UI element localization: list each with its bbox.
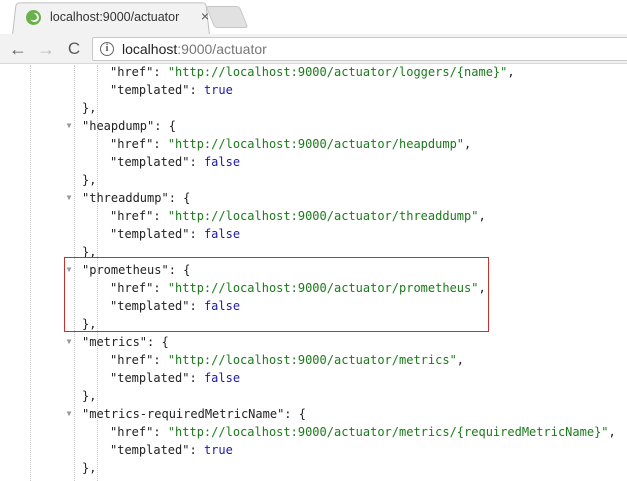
json-object-close-line: }, [82, 459, 96, 477]
json-key: "templated" [110, 227, 190, 241]
json-object-close-line: }, [82, 99, 96, 117]
indent-guide [30, 65, 31, 481]
json-property-line: "templated": false [110, 299, 241, 313]
json-key: "templated" [110, 299, 190, 313]
json-property-line: "href": "http://localhost:9000/actuator/… [110, 281, 486, 295]
json-object-close-line: }, [82, 243, 96, 261]
spring-leaf-icon [26, 9, 41, 25]
json-brace: { [183, 191, 191, 205]
json-object-open-line: "prometheus": { [82, 263, 191, 277]
json-comma: , [464, 137, 472, 151]
new-tab-button[interactable] [205, 6, 249, 28]
json-property-line: "templated": true [110, 83, 233, 97]
json-object-open-line: "metrics": { [82, 335, 169, 349]
json-property-line: "href": "http://localhost:9000/actuator/… [110, 209, 486, 223]
json-comma: , [608, 425, 616, 439]
browser-toolbar: ← → C i localhost:9000/actuator [0, 34, 627, 64]
json-key: "metrics" [82, 335, 148, 349]
json-key: "threaddump" [82, 191, 169, 205]
json-brace: { [183, 263, 191, 277]
json-key: "href" [110, 209, 154, 223]
json-object-open-line: "threaddump": { [82, 191, 191, 205]
json-brace: }, [82, 461, 97, 475]
json-brace: }, [82, 101, 97, 115]
tab-actuator[interactable]: localhost:9000/actuator × [20, 6, 209, 28]
json-object-open-line: "metrics-requiredMetricName": { [82, 407, 306, 421]
json-property-line: "templated": false [110, 371, 241, 385]
json-property-line: "href": "http://localhost:9000/actuator/… [110, 137, 472, 151]
collapse-triangle-icon[interactable]: ▼ [64, 333, 74, 351]
json-comma: , [478, 209, 486, 223]
json-boolean-value: true [203, 83, 233, 97]
json-key: "templated" [110, 83, 190, 97]
json-key: "href" [110, 65, 154, 79]
collapse-triangle-icon[interactable]: ▼ [64, 405, 74, 423]
json-key: "href" [110, 425, 154, 439]
json-brace: { [161, 335, 169, 349]
collapse-triangle-icon[interactable]: ▼ [64, 117, 74, 135]
json-object-open-line: "heapdump": { [82, 119, 176, 133]
json-key: "templated" [110, 443, 190, 457]
json-property-line: "href": "http://localhost:9000/actuator/… [110, 353, 465, 367]
collapse-triangle-icon[interactable]: ▼ [64, 189, 74, 207]
tab-strip: localhost:9000/actuator × [0, 0, 627, 35]
indent-guide [74, 65, 75, 481]
address-url[interactable]: localhost:9000/actuator [122, 41, 267, 57]
json-brace: }, [82, 245, 97, 259]
url-host: localhost [122, 41, 178, 57]
json-boolean-value: false [203, 371, 241, 385]
json-key: "href" [110, 281, 154, 295]
json-boolean-value: false [203, 299, 241, 313]
json-key: "heapdump" [82, 119, 155, 133]
json-property-line: "templated": false [110, 155, 241, 169]
json-property-line: "href": "http://localhost:9000/actuator/… [110, 425, 616, 439]
json-key: "templated" [110, 371, 190, 385]
reload-icon[interactable]: C [62, 37, 86, 61]
json-boolean-value: true [203, 443, 233, 457]
json-property-line: "href": "http://localhost:9000/actuator/… [110, 65, 515, 79]
forward-arrow-icon[interactable]: → [34, 37, 58, 61]
json-brace: { [168, 119, 176, 133]
json-comma: , [478, 281, 486, 295]
json-key: "href" [110, 353, 154, 367]
json-string-value: "http://localhost:9000/actuator/heapdump… [167, 137, 465, 151]
json-string-value: "http://localhost:9000/actuator/metrics/… [167, 425, 609, 439]
back-arrow-icon[interactable]: ← [6, 37, 30, 61]
json-object-close-line: }, [82, 171, 96, 189]
json-string-value: "http://localhost:9000/actuator/threaddu… [167, 209, 479, 223]
json-boolean-value: false [203, 227, 241, 241]
json-string-value: "http://localhost:9000/actuator/loggers/… [167, 65, 508, 79]
json-comma: , [456, 353, 465, 367]
url-path: :9000/actuator [177, 41, 267, 57]
json-brace: }, [82, 389, 97, 403]
json-key: "metrics-requiredMetricName" [82, 407, 285, 421]
json-key: "href" [110, 137, 154, 151]
collapse-triangle-icon[interactable]: ▼ [64, 261, 74, 279]
json-boolean-value: false [203, 155, 241, 169]
json-string-value: "http://localhost:9000/actuator/metrics" [167, 353, 457, 367]
info-icon[interactable]: i [100, 42, 114, 56]
json-viewer: "href": "http://localhost:9000/actuator/… [0, 65, 627, 481]
json-object-close-line: }, [82, 315, 96, 333]
json-brace: }, [82, 317, 97, 331]
json-property-line: "templated": true [110, 443, 233, 457]
json-brace: }, [82, 173, 97, 187]
json-brace: { [298, 407, 306, 421]
tab-title: localhost:9000/actuator [50, 10, 180, 24]
json-property-line: "templated": false [110, 227, 241, 241]
json-key: "prometheus" [82, 263, 169, 277]
json-string-value: "http://localhost:9000/actuator/promethe… [167, 281, 479, 295]
json-comma: , [507, 65, 515, 79]
address-bar[interactable]: i localhost:9000/actuator [92, 37, 627, 61]
json-key: "templated" [110, 155, 190, 169]
json-object-close-line: }, [82, 387, 96, 405]
